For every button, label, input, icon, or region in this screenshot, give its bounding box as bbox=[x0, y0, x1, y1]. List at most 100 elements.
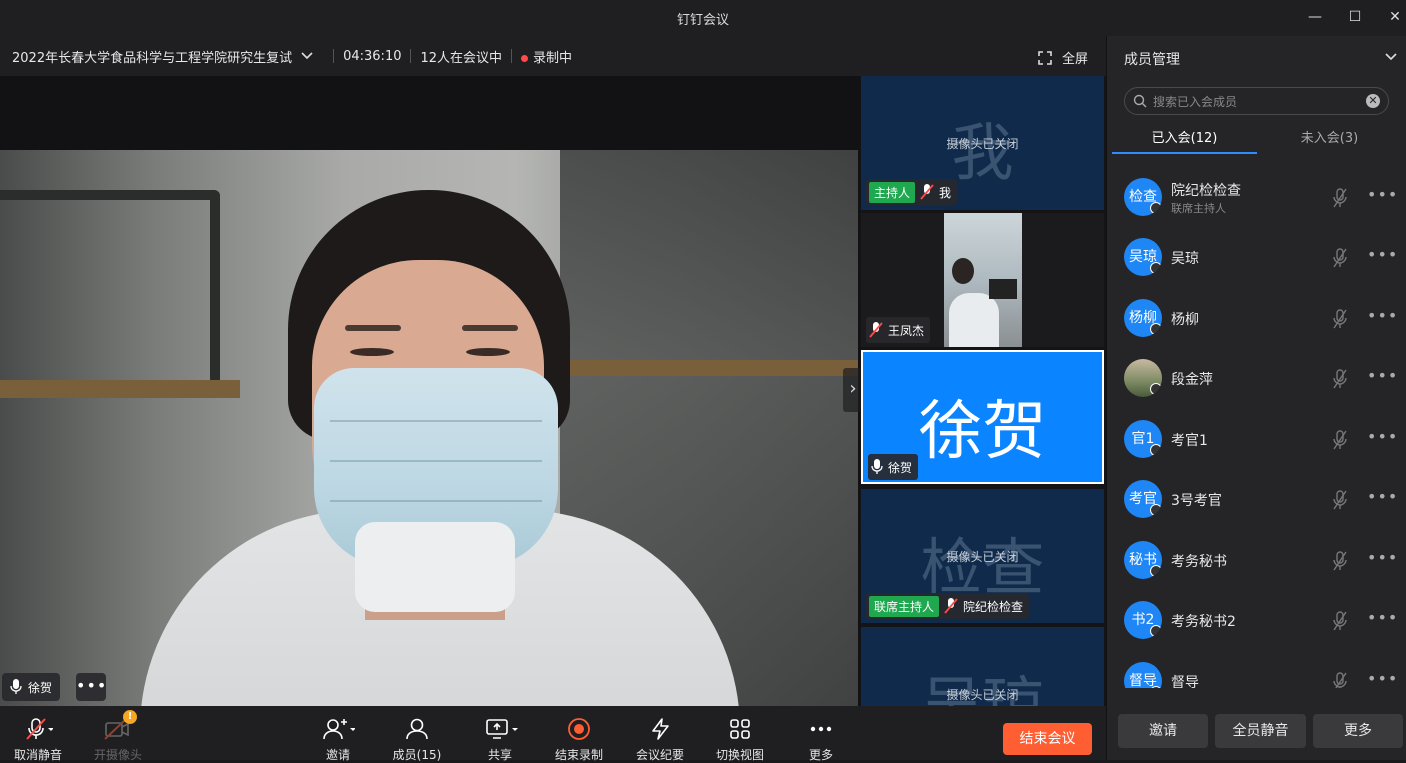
mic-muted-icon[interactable] bbox=[1332, 672, 1348, 688]
member-name: 段金萍 bbox=[1171, 372, 1213, 388]
tile-name: 我 bbox=[939, 185, 952, 200]
avatar-photo bbox=[1124, 359, 1162, 397]
member-list: 检查 院纪检检查 联席主持人 ••• 吴琼 吴琼 ••• 杨柳 杨柳 ••• 段… bbox=[1107, 164, 1406, 688]
mic-muted-icon[interactable] bbox=[1332, 430, 1348, 450]
participant-tile[interactable]: 王凤杰 bbox=[861, 213, 1104, 347]
member-more-icon[interactable]: ••• bbox=[1367, 245, 1398, 264]
invite-user-icon bbox=[323, 719, 355, 740]
grid-view-icon bbox=[730, 719, 750, 739]
tile-name-bar: 王凤杰 bbox=[866, 317, 931, 343]
mic-muted-icon[interactable] bbox=[1332, 248, 1348, 268]
tile-name: 王凤杰 bbox=[888, 323, 925, 338]
fullscreen-label: 全屏 bbox=[1061, 52, 1088, 67]
switch-view-button[interactable]: 切换视图 bbox=[708, 716, 772, 763]
tab-joined[interactable]: 已入会(12) bbox=[1112, 124, 1257, 154]
title-bar: 钉钉会议 — ☐ ✕ bbox=[0, 0, 1406, 36]
mic-muted-icon[interactable] bbox=[1332, 551, 1348, 571]
window-title: 钉钉会议 bbox=[676, 13, 729, 28]
mic-muted-icon bbox=[920, 184, 934, 200]
cohost-tag: 联席主持人 bbox=[869, 595, 940, 617]
member-more-icon[interactable]: ••• bbox=[1367, 548, 1398, 567]
host-tag: 主持人 bbox=[869, 181, 916, 203]
participant-tile[interactable]: 我 摄像头已关闭 主持人 我 bbox=[861, 76, 1104, 210]
invite-button[interactable]: 邀请 bbox=[306, 716, 370, 763]
search-icon bbox=[1133, 94, 1147, 108]
member-more-icon[interactable]: ••• bbox=[1367, 608, 1398, 627]
stop-recording-button[interactable]: 结束录制 bbox=[547, 716, 611, 763]
member-more-icon[interactable]: ••• bbox=[1367, 669, 1398, 688]
member-item[interactable]: 吴琼 吴琼 ••• bbox=[1107, 227, 1406, 287]
panel-more-button[interactable]: 更多 bbox=[1313, 714, 1403, 748]
participant-tile[interactable]: 检查 摄像头已关闭 联席主持人 院纪检检查 bbox=[861, 489, 1104, 623]
divider bbox=[333, 49, 335, 63]
member-item[interactable]: 段金萍 ••• bbox=[1107, 348, 1406, 408]
mic-badge-icon bbox=[1150, 686, 1162, 688]
end-meeting-button[interactable]: 结束会议 bbox=[1003, 723, 1092, 755]
mic-muted-icon[interactable] bbox=[1332, 369, 1348, 389]
member-item[interactable]: 官1 考官1 ••• bbox=[1107, 409, 1406, 469]
members-button[interactable]: 成员(15) bbox=[385, 716, 449, 763]
member-more-icon[interactable]: ••• bbox=[1367, 185, 1398, 204]
mute-all-button[interactable]: 全员静音 bbox=[1215, 714, 1306, 748]
fullscreen-button[interactable]: 全屏 bbox=[1038, 48, 1088, 67]
main-video-area[interactable]: 徐贺 ••• bbox=[0, 76, 860, 706]
main-video-more-button[interactable]: ••• bbox=[76, 673, 106, 701]
participant-tile[interactable]: 吴琼 摄像头已关闭 bbox=[861, 627, 1104, 706]
more-button[interactable]: 更多 bbox=[789, 716, 853, 763]
mic-badge-icon bbox=[1150, 262, 1162, 274]
member-item[interactable]: 督导 督导 ••• bbox=[1107, 651, 1406, 688]
member-name: 考务秘书2 bbox=[1171, 614, 1236, 630]
member-item[interactable]: 检查 院纪检检查 联席主持人 ••• bbox=[1107, 167, 1406, 227]
minimize-button[interactable]: — bbox=[1302, 6, 1328, 28]
main-speaker-label: 徐贺 bbox=[2, 673, 61, 701]
record-dot-icon bbox=[521, 54, 529, 62]
avatar: 秘书 bbox=[1124, 541, 1162, 579]
switch-view-label: 切换视图 bbox=[715, 748, 764, 762]
share-button[interactable]: 共享 bbox=[468, 716, 532, 763]
tab-not-joined[interactable]: 未入会(3) bbox=[1257, 124, 1402, 154]
clear-search-icon[interactable]: ✕ bbox=[1366, 94, 1380, 108]
minutes-label: 会议纪要 bbox=[635, 748, 684, 762]
panel-title: 成员管理 bbox=[1124, 52, 1180, 68]
mic-muted-icon[interactable] bbox=[1332, 188, 1348, 208]
more-label: 更多 bbox=[808, 748, 833, 762]
fullscreen-icon bbox=[1038, 50, 1052, 65]
more-icon bbox=[810, 726, 832, 732]
mic-muted-icon[interactable] bbox=[1332, 309, 1348, 329]
member-role: 联席主持人 bbox=[1171, 202, 1226, 215]
participant-tile-active[interactable]: 徐贺 徐贺 bbox=[861, 350, 1104, 484]
close-button[interactable]: ✕ bbox=[1382, 6, 1406, 28]
member-name: 考务秘书 bbox=[1171, 554, 1227, 570]
minutes-button[interactable]: 会议纪要 bbox=[628, 716, 692, 763]
record-stop-icon bbox=[568, 718, 590, 740]
member-item[interactable]: 考官 3号考官 ••• bbox=[1107, 469, 1406, 529]
chevron-down-icon[interactable] bbox=[1384, 50, 1398, 64]
mic-muted-icon[interactable] bbox=[1332, 490, 1348, 510]
member-more-icon[interactable]: ••• bbox=[1367, 427, 1398, 446]
member-more-icon[interactable]: ••• bbox=[1367, 366, 1398, 385]
tile-name-bar: 联席主持人 院纪检检查 bbox=[866, 593, 1030, 619]
tile-name-bar: 主持人 我 bbox=[866, 179, 958, 205]
share-screen-icon bbox=[486, 719, 518, 739]
maximize-button[interactable]: ☐ bbox=[1342, 6, 1368, 28]
mic-badge-icon bbox=[1150, 625, 1162, 637]
panel-invite-button[interactable]: 邀请 bbox=[1118, 714, 1208, 748]
member-item[interactable]: 秘书 考务秘书 ••• bbox=[1107, 530, 1406, 590]
member-item[interactable]: 杨柳 杨柳 ••• bbox=[1107, 288, 1406, 348]
member-name: 3号考官 bbox=[1171, 493, 1222, 509]
unmute-button[interactable]: 取消静音 bbox=[6, 716, 70, 763]
member-more-icon[interactable]: ••• bbox=[1367, 487, 1398, 506]
member-item[interactable]: 书2 考务秘书2 ••• bbox=[1107, 590, 1406, 650]
meeting-topic[interactable]: 2022年长春大学食品科学与工程学院研究生复试 bbox=[12, 47, 292, 66]
mic-muted-icon[interactable] bbox=[1332, 611, 1348, 631]
chevron-down-icon[interactable] bbox=[300, 49, 314, 63]
camera-label: 开摄像头 bbox=[93, 748, 142, 762]
participant-count: 12人在会议中 bbox=[420, 50, 503, 66]
member-name: 吴琼 bbox=[1171, 251, 1199, 267]
recording-status: 录制中 bbox=[521, 47, 572, 66]
main-video-stream bbox=[0, 150, 858, 706]
member-more-icon[interactable]: ••• bbox=[1367, 306, 1398, 325]
mic-badge-icon bbox=[1150, 383, 1162, 395]
camera-button[interactable]: ! 开摄像头 bbox=[86, 710, 150, 763]
member-search-input[interactable]: 搜索已入会成员 ✕ bbox=[1124, 87, 1389, 115]
